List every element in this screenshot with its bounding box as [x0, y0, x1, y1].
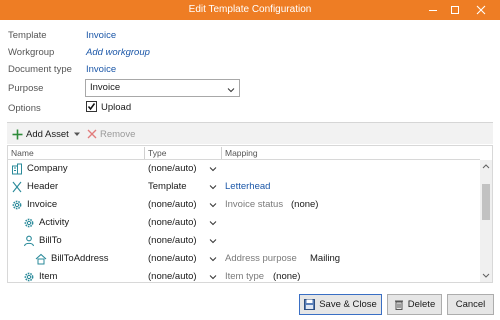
- row-type: (none/auto): [148, 235, 197, 246]
- scroll-up-icon[interactable]: [480, 161, 492, 171]
- chevron-down-icon[interactable]: [209, 219, 217, 230]
- table-row[interactable]: Header Template Letterhead: [8, 178, 480, 196]
- maximize-icon[interactable]: [442, 0, 468, 20]
- house-icon: [35, 253, 47, 265]
- row-name: Activity: [39, 217, 70, 228]
- options-label: Options: [8, 103, 41, 114]
- delete-label: Delete: [407, 299, 436, 310]
- grid-header: Name Type Mapping: [8, 146, 480, 160]
- mapping-value[interactable]: Mailing: [310, 250, 340, 268]
- table-row[interactable]: Activity (none/auto): [8, 214, 480, 232]
- mapping-value[interactable]: (none): [291, 196, 318, 214]
- chevron-down-icon[interactable]: [209, 237, 217, 248]
- mapping-label: Invoice status: [225, 199, 284, 210]
- gear-icon: [23, 271, 35, 282]
- person-icon: [23, 235, 35, 247]
- mapping-link[interactable]: Letterhead: [225, 178, 270, 196]
- row-type: Template: [148, 181, 187, 192]
- row-name: Company: [27, 163, 68, 174]
- vertical-scrollbar[interactable]: [480, 160, 492, 282]
- title-bar: Edit Template Configuration: [0, 0, 500, 20]
- gear-icon: [11, 199, 23, 211]
- asset-grid: Name Type Mapping Company (none/auto) He…: [7, 145, 493, 283]
- chevron-down-icon[interactable]: [209, 201, 217, 212]
- row-type: (none/auto): [148, 199, 197, 210]
- purpose-value: Invoice: [90, 82, 121, 93]
- scroll-down-icon[interactable]: [480, 271, 492, 281]
- floppy-disk-icon: [304, 299, 316, 310]
- scrollbar-thumb[interactable]: [482, 184, 490, 220]
- add-workgroup-link[interactable]: Add workgroup: [86, 47, 150, 58]
- document-type-label: Document type: [8, 64, 72, 75]
- mapping-label: Address purpose: [225, 253, 297, 264]
- chevron-down-icon[interactable]: [209, 183, 217, 194]
- row-name: BillTo: [39, 235, 62, 246]
- purpose-select[interactable]: Invoice: [85, 79, 240, 97]
- save-close-label: Save & Close: [319, 299, 377, 310]
- remove-button[interactable]: Remove: [87, 126, 135, 142]
- asset-toolbar: Add Asset Remove: [7, 122, 493, 144]
- row-name: Item: [39, 271, 58, 282]
- row-type: (none/auto): [148, 253, 197, 264]
- chevron-down-icon[interactable]: [209, 273, 217, 282]
- delete-button[interactable]: Delete: [387, 294, 442, 315]
- plus-icon: [12, 129, 23, 139]
- row-name: BillToAddress: [51, 253, 109, 264]
- cancel-label: Cancel: [455, 299, 486, 310]
- chevron-down-icon[interactable]: [209, 165, 217, 176]
- upload-label: Upload: [101, 102, 132, 113]
- column-header-name[interactable]: Name: [8, 146, 34, 160]
- x-icon: [87, 129, 97, 139]
- table-row[interactable]: Item (none/auto) Item type (none): [8, 268, 480, 282]
- cancel-button[interactable]: Cancel: [447, 294, 494, 315]
- add-asset-button[interactable]: Add Asset: [12, 126, 81, 142]
- row-type: (none/auto): [148, 163, 197, 174]
- column-header-mapping[interactable]: Mapping: [222, 146, 258, 160]
- mapping-value[interactable]: (none): [273, 268, 300, 282]
- chevron-down-icon[interactable]: [209, 255, 217, 266]
- workgroup-label: Workgroup: [8, 47, 55, 58]
- remove-label: Remove: [100, 128, 136, 140]
- scissors-icon: [11, 181, 23, 193]
- row-name: Header: [27, 181, 59, 192]
- column-header-type[interactable]: Type: [145, 146, 166, 160]
- document-type-link[interactable]: Invoice: [86, 64, 116, 75]
- close-icon[interactable]: [468, 0, 494, 20]
- table-row[interactable]: BillTo (none/auto): [8, 232, 480, 250]
- mapping-label: Item type: [225, 271, 265, 282]
- template-label: Template: [8, 30, 47, 41]
- checkmark-icon: [87, 103, 96, 111]
- building-icon: [11, 163, 23, 175]
- table-row[interactable]: Company (none/auto): [8, 160, 480, 178]
- dropdown-arrow-icon: [73, 132, 80, 136]
- chevron-down-icon: [227, 84, 235, 100]
- table-row[interactable]: Invoice (none/auto) Invoice status (none…: [8, 196, 480, 214]
- trash-icon: [394, 299, 404, 310]
- row-type: (none/auto): [148, 271, 197, 282]
- upload-checkbox[interactable]: [86, 101, 97, 112]
- save-close-button[interactable]: Save & Close: [299, 294, 382, 315]
- add-asset-label: Add Asset: [26, 128, 69, 140]
- row-name: Invoice: [27, 199, 58, 210]
- gear-icon: [23, 217, 35, 229]
- purpose-label: Purpose: [8, 83, 44, 94]
- template-link[interactable]: Invoice: [86, 30, 116, 41]
- table-row[interactable]: BillToAddress (none/auto) Address purpos…: [8, 250, 480, 268]
- row-type: (none/auto): [148, 217, 197, 228]
